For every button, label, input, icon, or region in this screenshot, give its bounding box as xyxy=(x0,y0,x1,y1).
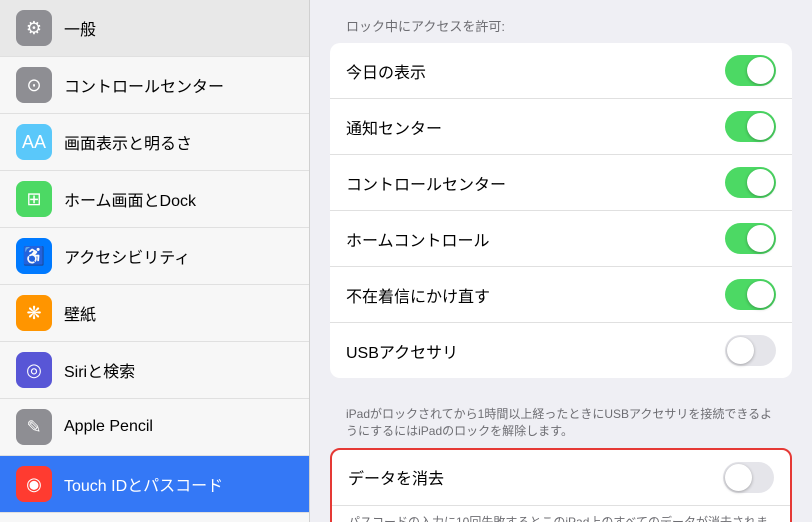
toggle-knob-notification-center xyxy=(747,113,774,140)
lock-access-group: 今日の表示通知センターコントロールセンターホームコントロール不在着信にかけ直す U… xyxy=(330,43,792,378)
erase-toggle-knob xyxy=(725,464,752,491)
toggle-knob-today-view xyxy=(747,57,774,84)
toggle-today-view[interactable] xyxy=(725,55,776,86)
sidebar-item-label-wallpaper: 壁紙 xyxy=(64,301,96,325)
sidebar-item-accessibility[interactable]: ♿ アクセシビリティ xyxy=(0,228,309,285)
erase-label: データを消去 xyxy=(348,465,444,489)
row-notification-center: 通知センター xyxy=(330,99,792,155)
row-missed-calls: 不在着信にかけ直す xyxy=(330,267,792,323)
sidebar-item-label-apple-pencil: Apple Pencil xyxy=(64,418,153,436)
sidebar-item-battery[interactable]: ▮バッテリー xyxy=(0,513,309,522)
display-icon: AA xyxy=(16,124,52,160)
sidebar-item-label-display: 画面表示と明るさ xyxy=(64,130,192,154)
label-today-view: 今日の表示 xyxy=(346,59,426,83)
erase-group: データを消去 パスコードの入力に10回失敗するとこのiPad上のすべてのデータが… xyxy=(330,448,792,522)
toggle-knob-missed-calls xyxy=(747,281,774,308)
control-center-icon: ⊙ xyxy=(16,67,52,103)
sidebar-item-home[interactable]: ⊞ ホーム画面とDock xyxy=(0,171,309,228)
toggle-knob-control-center xyxy=(747,169,774,196)
usb-description: iPadがロックされてから1時間以上経ったときにUSBアクセサリを接続できるよう… xyxy=(330,398,792,448)
row-usb-accessory: USBアクセサリ xyxy=(330,323,792,378)
row-control-center: コントロールセンター xyxy=(330,155,792,211)
toggle-home-control[interactable] xyxy=(725,223,776,254)
home-icon: ⊞ xyxy=(16,181,52,217)
sidebar-item-label-accessibility: アクセシビリティ xyxy=(64,244,190,268)
wallpaper-icon: ❋ xyxy=(16,295,52,331)
toggle-usb-accessory[interactable] xyxy=(725,335,776,366)
sidebar-item-label-siri: Siriと検索 xyxy=(64,358,135,382)
label-usb-accessory: USBアクセサリ xyxy=(346,339,458,363)
sidebar-item-label-home: ホーム画面とDock xyxy=(64,187,196,211)
toggle-missed-calls[interactable] xyxy=(725,279,776,310)
main-content: ロック中にアクセスを許可: 今日の表示通知センターコントロールセンターホームコン… xyxy=(310,0,812,522)
row-today-view: 今日の表示 xyxy=(330,43,792,99)
toggle-control-center[interactable] xyxy=(725,167,776,198)
sidebar-item-wallpaper[interactable]: ❋ 壁紙 xyxy=(0,285,309,342)
toggle-knob-usb-accessory xyxy=(727,337,754,364)
sidebar-item-label-control-center: コントロールセンター xyxy=(64,73,224,97)
sidebar-item-touchid[interactable]: ◉ Touch IDとパスコード xyxy=(0,456,309,513)
section-header: ロック中にアクセスを許可: xyxy=(330,16,792,35)
sidebar-item-siri[interactable]: ◎ Siriと検索 xyxy=(0,342,309,399)
erase-row: データを消去 xyxy=(332,450,790,506)
general-icon: ⚙ xyxy=(16,10,52,46)
sidebar-item-control-center[interactable]: ⊙ コントロールセンター xyxy=(0,57,309,114)
label-control-center: コントロールセンター xyxy=(346,171,506,195)
erase-description: パスコードの入力に10回失敗するとこのiPad上のすべてのデータが消去されます。 xyxy=(332,506,790,522)
accessibility-icon: ♿ xyxy=(16,238,52,274)
label-home-control: ホームコントロール xyxy=(346,227,490,251)
sidebar: ⚙ 一般 ⊙ コントロールセンター AA 画面表示と明るさ ⊞ ホーム画面とDock ♿ アクセシ… xyxy=(0,0,310,522)
label-notification-center: 通知センター xyxy=(346,115,442,139)
touchid-icon: ◉ xyxy=(16,466,52,502)
label-missed-calls: 不在着信にかけ直す xyxy=(346,283,490,307)
erase-toggle[interactable] xyxy=(723,462,774,493)
toggle-knob-home-control xyxy=(747,225,774,252)
sidebar-item-general[interactable]: ⚙ 一般 xyxy=(0,0,309,57)
siri-icon: ◎ xyxy=(16,352,52,388)
apple-pencil-icon: ✎ xyxy=(16,409,52,445)
sidebar-item-label-general: 一般 xyxy=(64,16,96,40)
toggle-notification-center[interactable] xyxy=(725,111,776,142)
sidebar-item-apple-pencil[interactable]: ✎ Apple Pencil xyxy=(0,399,309,456)
sidebar-item-display[interactable]: AA 画面表示と明るさ xyxy=(0,114,309,171)
sidebar-item-label-touchid: Touch IDとパスコード xyxy=(64,472,223,496)
row-home-control: ホームコントロール xyxy=(330,211,792,267)
